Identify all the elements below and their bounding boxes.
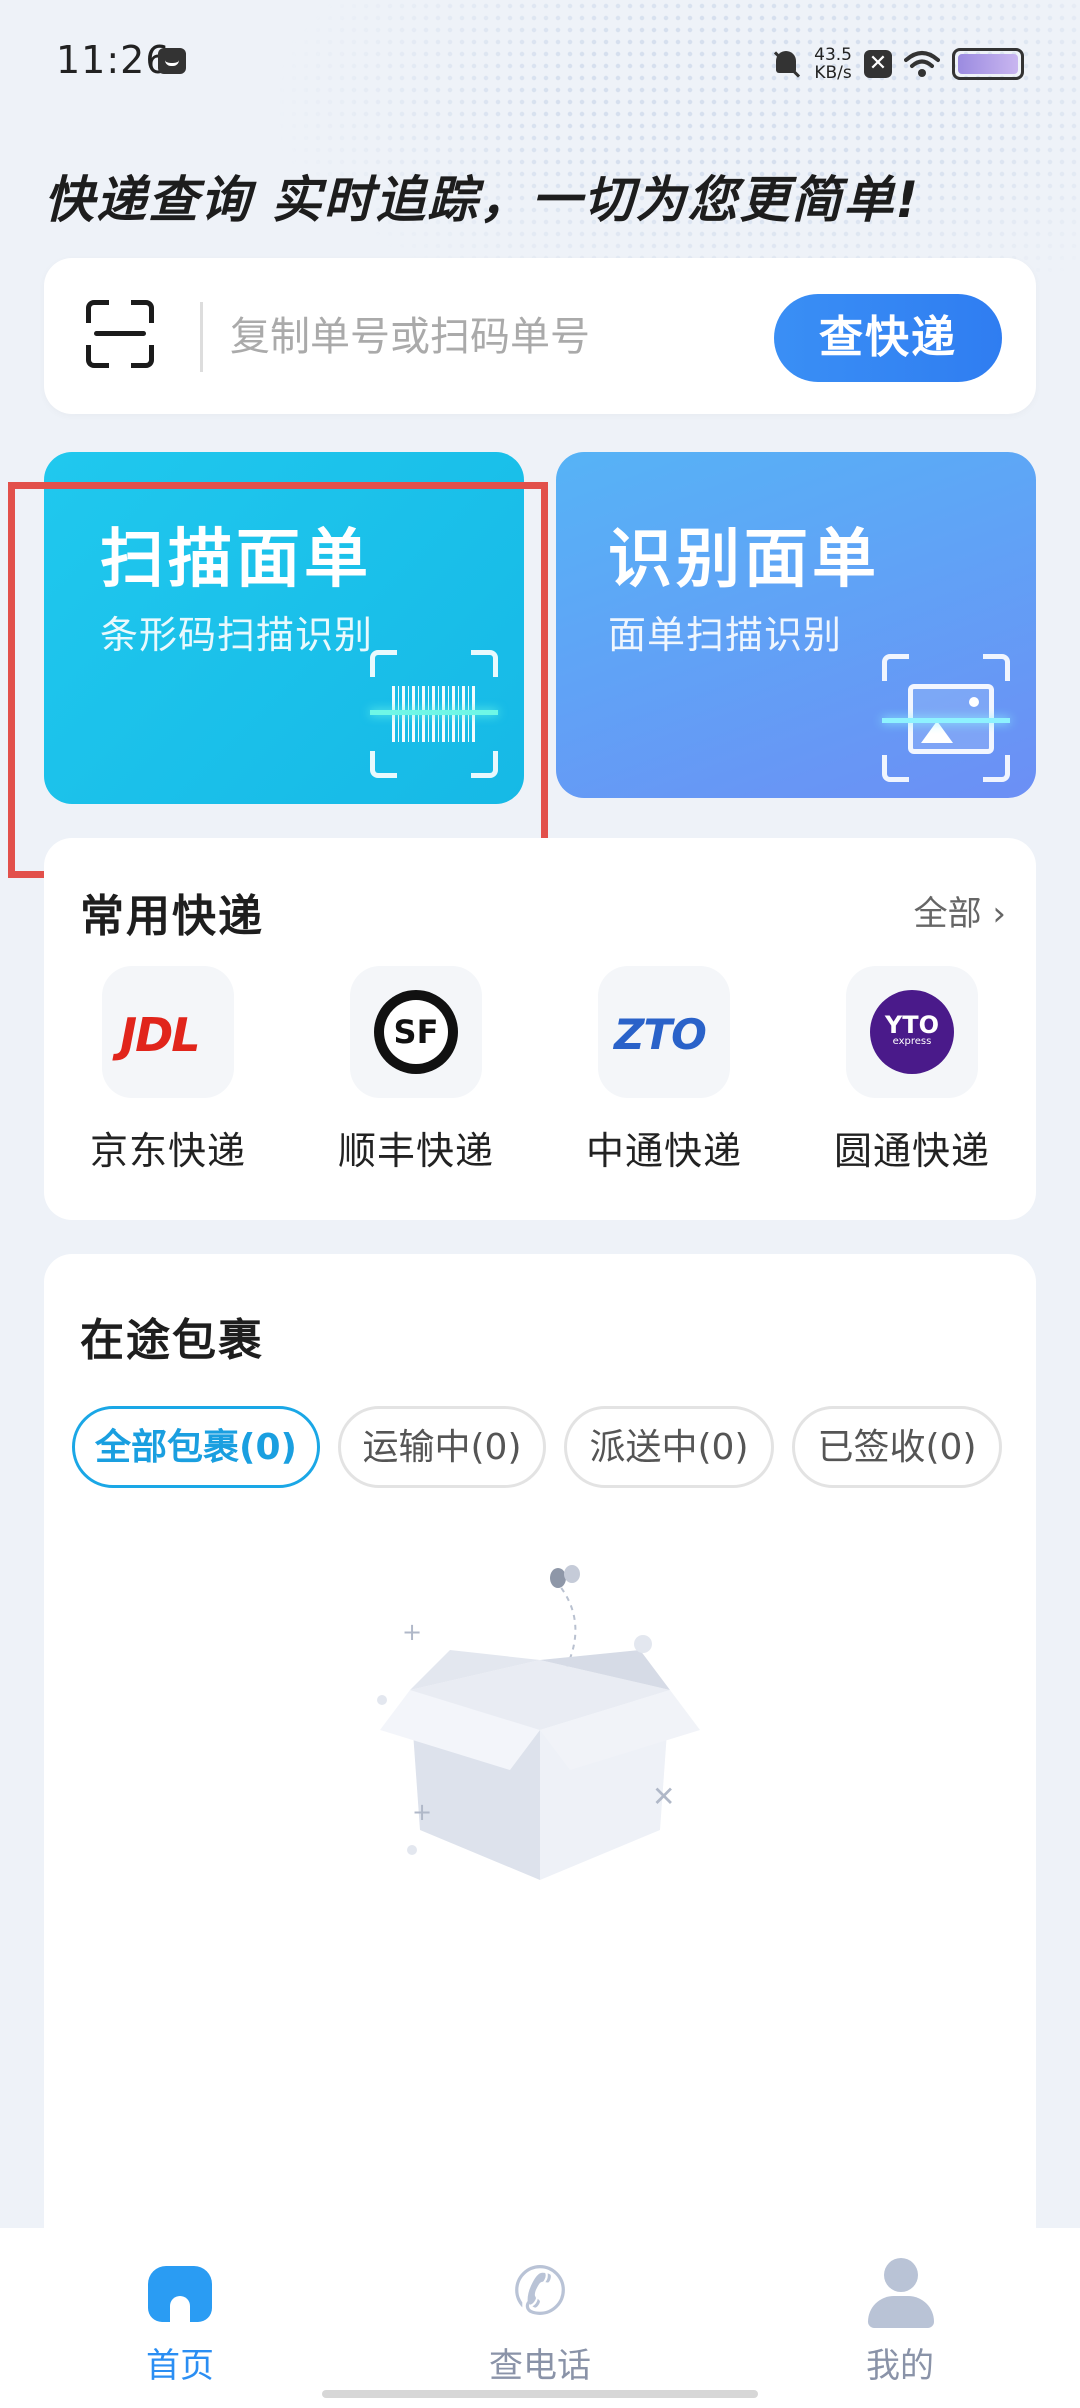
common-couriers-title: 常用快递 (80, 891, 264, 942)
in-transit-title: 在途包裹 (80, 1315, 264, 1366)
net-speed: 43.5 KB/s (814, 46, 852, 82)
scan-icon[interactable] (86, 300, 154, 368)
courier-name: 中通快递 (585, 1129, 742, 1173)
nav-home[interactable]: 首页 (80, 2256, 280, 2387)
bell-muted-icon (772, 49, 802, 79)
nav-phone-label: 查电话 (489, 2346, 591, 2386)
jdl-logo: JDL (102, 966, 234, 1098)
courier-name: 顺丰快递 (337, 1129, 494, 1173)
net-speed-value: 43.5 (814, 45, 852, 65)
net-speed-unit: KB/s (814, 63, 852, 83)
courier-item-sf[interactable]: 顺丰快递 (316, 966, 516, 1175)
all-couriers-label: 全部 (913, 894, 982, 934)
search-divider (200, 302, 203, 372)
tracking-number-input[interactable] (228, 300, 752, 374)
svg-text:+: + (402, 1618, 422, 1646)
recognize-waybill-subtitle: 面单扫描识别 (608, 613, 843, 657)
slogan: 快递查询 实时追踪，一切为您更简单! (44, 171, 921, 229)
message-icon (158, 48, 186, 74)
svg-text:+: + (412, 1798, 432, 1826)
zto-logo: ZTO (598, 966, 730, 1098)
nav-mine[interactable]: 我的 (800, 2256, 1000, 2387)
nav-mine-label: 我的 (866, 2346, 934, 2386)
sf-logo (350, 966, 482, 1098)
highlight-box (8, 482, 548, 878)
nav-home-label: 首页 (146, 2346, 214, 2386)
empty-box-illustration: + + ✕ (377, 1565, 700, 1880)
battery-icon (952, 48, 1024, 80)
wifi-icon (904, 50, 940, 78)
courier-item-yto[interactable]: YTO express 圆通快递 (812, 966, 1012, 1175)
recognize-waybill-title: 识别面单 (608, 523, 880, 597)
courier-name: 京东快递 (89, 1129, 246, 1173)
query-express-button[interactable]: 查快递 (774, 294, 1002, 382)
nav-phone[interactable]: ✆ 查电话 (440, 2256, 640, 2387)
courier-item-zto[interactable]: ZTO 中通快递 (564, 966, 764, 1175)
user-icon (864, 2256, 936, 2328)
close-box-icon: ✕ (864, 50, 892, 78)
all-couriers-link[interactable]: 全部 › (914, 886, 1006, 935)
home-indicator[interactable] (322, 2390, 758, 2398)
status-time: 11:26 (56, 38, 171, 82)
filter-chip-delivering[interactable]: 派送中(0) (564, 1406, 774, 1488)
status-icons: 43.5 KB/s ✕ (772, 44, 1024, 84)
image-scan-icon (882, 654, 1010, 782)
yto-logo: YTO express (846, 966, 978, 1098)
phone-icon: ✆ (512, 2253, 568, 2330)
courier-name: 圆通快递 (833, 1129, 990, 1173)
recognize-waybill-card[interactable]: 识别面单 面单扫描识别 (556, 452, 1036, 798)
filter-chip-signed[interactable]: 已签收(0) (792, 1406, 1002, 1488)
filter-chip-all[interactable]: 全部包裹(0) (72, 1406, 320, 1488)
svg-text:✕: ✕ (652, 1780, 675, 1813)
chevron-right-icon: › (992, 894, 1006, 934)
filter-chip-in-transport[interactable]: 运输中(0) (338, 1406, 546, 1488)
home-icon (144, 2256, 216, 2328)
courier-item-jd[interactable]: JDL 京东快递 (68, 966, 268, 1175)
